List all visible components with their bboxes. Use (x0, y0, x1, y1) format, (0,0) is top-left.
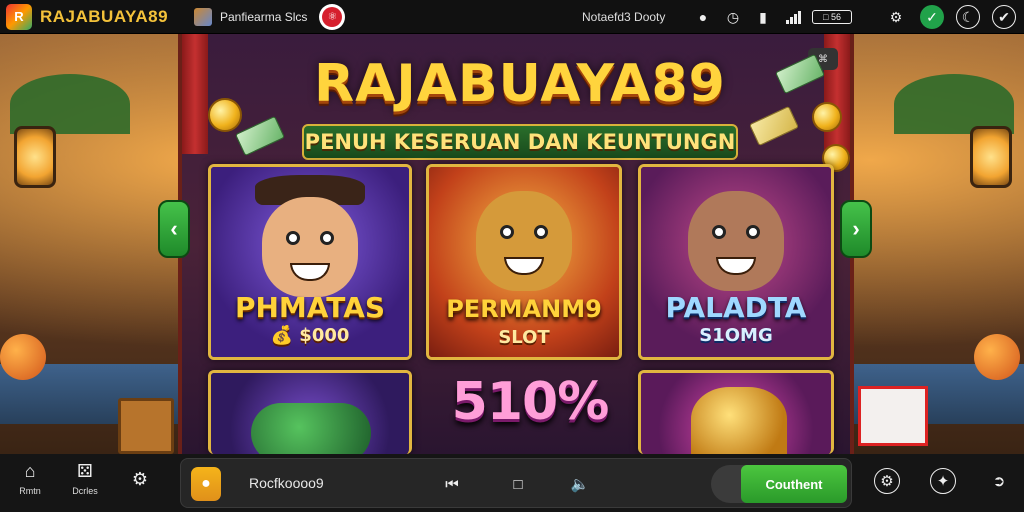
game-card-subtitle: SLOT (498, 327, 550, 348)
game-card-4[interactable] (208, 370, 412, 454)
fruit-right (974, 334, 1020, 380)
player-text: Rocfkoooo9 (249, 475, 324, 491)
nav-home[interactable]: ⌂ Rmtn (10, 460, 50, 497)
bottom-bar: ⌂ Rmtn ⚄ Dcrles ⚙ ● Rocfkoooo9 ⏮ □ 🔈 Cou… (0, 454, 1024, 512)
game-card-2[interactable]: PERMANM9 SLOT (426, 164, 622, 360)
nav-games[interactable]: ⚄ Dcrles (65, 460, 105, 497)
clock-icon: ◷ (726, 8, 740, 25)
nav-home-label: Rmtn (19, 486, 41, 496)
settings-gear-icon: ⚙ (131, 468, 149, 489)
signal-icon (784, 8, 802, 26)
player-bar: ● Rocfkoooo9 ⏮ □ 🔈 Couthent (180, 458, 852, 508)
stop-icon[interactable]: □ (507, 473, 529, 495)
bear-face (688, 191, 784, 291)
player-app-icon[interactable]: ● (191, 467, 221, 501)
cash-decoration (234, 115, 286, 157)
brand[interactable]: R RAJABUAYA89 (6, 3, 186, 30)
carousel-next-button[interactable]: › (840, 200, 872, 258)
hero-subtitle: PENUH KESERUAN DAN KEUNTUNGN (302, 124, 738, 160)
share-icon[interactable]: ➲ (986, 468, 1012, 494)
game-card-subtitle: 💰 $000 (270, 325, 350, 346)
gift-box (858, 386, 928, 446)
status-text: Notaefd3 Dooty (582, 10, 666, 24)
gear-icon[interactable]: ⚙ (874, 468, 900, 494)
nav-games-label: Dcrles (72, 486, 98, 496)
lantern-left (14, 126, 56, 188)
game-card-title: PHMATAS (234, 291, 386, 324)
golden-pot-icon (691, 387, 787, 454)
treasure-crate (118, 398, 174, 454)
settings-icon[interactable]: ✔ (992, 5, 1016, 29)
cta-button[interactable]: Couthent (741, 465, 847, 503)
tab-favicon-icon (194, 7, 212, 26)
lantern-right (970, 126, 1012, 188)
nav-settings[interactable]: ⚙ (120, 468, 160, 490)
home-icon: ⌂ (24, 460, 36, 481)
battery-indicator: □ 56 (812, 10, 852, 24)
brand-name: RAJABUAYA89 (40, 6, 169, 26)
compass-icon[interactable]: ✦ (930, 468, 956, 494)
game-card-1[interactable]: PHMATAS 💰 $000 (208, 164, 412, 360)
battery-small-icon: ▮ (759, 8, 767, 25)
palm-tree-left (10, 74, 130, 134)
brand-logo-icon: R (6, 3, 32, 30)
hero-title: RAJABUAYA89 (314, 54, 726, 114)
fruit-left (0, 334, 46, 380)
carousel-prev-button[interactable]: ‹ (158, 200, 190, 258)
moon-icon[interactable]: ☾ (956, 5, 980, 29)
top-bar: R RAJABUAYA89 Panfiearma Slcs ⚛ Notaefd3… (0, 0, 1024, 34)
gear-icon[interactable]: ⚙ (884, 5, 908, 29)
location-icon: ● (698, 9, 708, 25)
palm-tree-right (894, 74, 1014, 134)
character-face (262, 197, 358, 297)
window-controls: ⚙ ✓ ☾ ✔ (884, 0, 1016, 34)
game-card-6[interactable] (638, 370, 834, 454)
game-card-subtitle: S1OMG (699, 325, 773, 346)
check-icon[interactable]: ✓ (920, 5, 944, 29)
promo-percentage: 510% (451, 372, 610, 432)
game-card-3[interactable]: PALADTA S1OMG (638, 164, 834, 360)
lion-face (476, 191, 572, 291)
game-card-title: PALADTA (665, 291, 807, 324)
game-stage: ⌘ RAJABUAYA89 PENUH KESERUAN DAN KEUNTUN… (178, 34, 854, 454)
tab-label: Panfiearma Slcs (220, 9, 308, 24)
dice-icon: ⚄ (77, 460, 93, 481)
status-area: Notaefd3 Dooty ● ◷ ▮ □ 56 (582, 0, 852, 34)
cannon-icon (251, 403, 371, 454)
rewind-icon[interactable]: ⏮ (441, 473, 463, 495)
speaker-icon[interactable]: 🔈 (569, 473, 591, 495)
tab-slots[interactable]: Panfiearma Slcs (194, 7, 308, 26)
game-card-title: PERMANM9 (446, 295, 602, 323)
red-badge-icon[interactable]: ⚛ (319, 3, 346, 30)
